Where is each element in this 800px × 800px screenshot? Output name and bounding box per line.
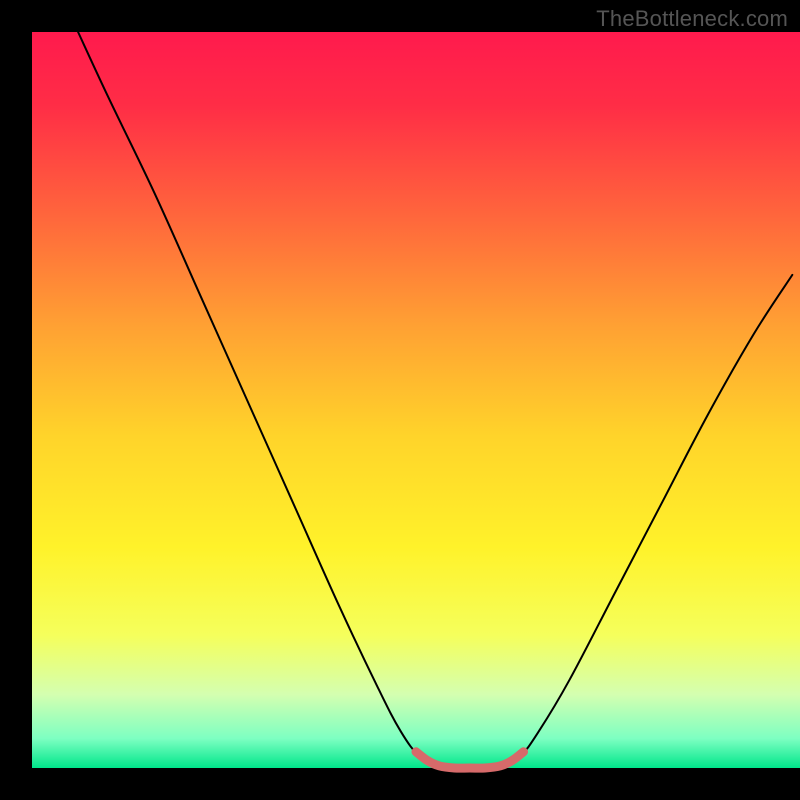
bottleneck-chart	[0, 0, 800, 800]
watermark-text: TheBottleneck.com	[596, 6, 788, 32]
chart-gradient-area	[32, 32, 800, 768]
